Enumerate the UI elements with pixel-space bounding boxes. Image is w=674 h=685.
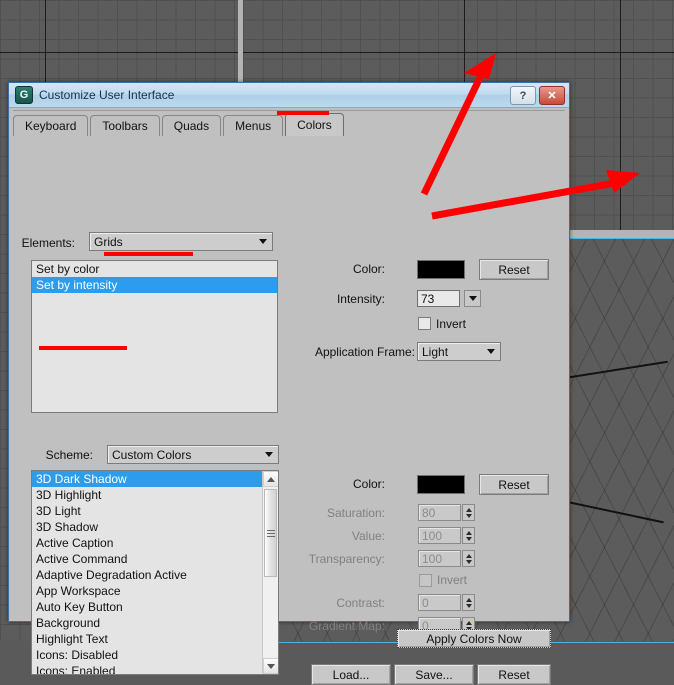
element-color-label: Color: (352, 262, 385, 276)
close-button[interactable]: ✕ (539, 86, 565, 105)
annotation-set-by-intensity-underline (39, 346, 127, 350)
element-invert-label: Invert (436, 317, 467, 331)
elements-label: Elements: (21, 236, 75, 250)
contrast-label: Contrast: (336, 596, 385, 610)
saturation-field[interactable]: 80 (418, 504, 461, 521)
list-item[interactable]: App Workspace (32, 583, 262, 599)
list-item[interactable]: 3D Highlight (32, 487, 262, 503)
element-color-reset-button[interactable]: Reset (479, 259, 549, 280)
chevron-down-icon (261, 447, 277, 462)
caret-down-icon (267, 663, 275, 669)
scheme-label: Scheme: (45, 448, 93, 462)
scheme-listbox[interactable]: 3D Dark Shadow 3D Highlight 3D Light 3D … (31, 470, 279, 675)
application-frame-label: Application Frame: (314, 345, 415, 359)
annotation-colors-tab-underline (277, 111, 329, 115)
load-button[interactable]: Load... (311, 664, 391, 685)
value-spinner[interactable] (462, 527, 475, 544)
list-item[interactable]: Active Command (32, 551, 262, 567)
element-color-swatch[interactable] (417, 260, 465, 279)
chevron-down-icon (255, 234, 271, 249)
dialog-titlebar[interactable]: G Customize User Interface ? ✕ (9, 83, 569, 108)
titlebar-buttons: ? ✕ (510, 86, 565, 105)
tab-toolbars[interactable]: Toolbars (90, 115, 160, 136)
list-item[interactable]: Adaptive Degradation Active (32, 567, 262, 583)
elements-listbox[interactable]: Set by color Set by intensity (31, 260, 278, 413)
list-item[interactable]: Icons: Disabled (32, 647, 262, 663)
elements-combo[interactable]: Grids (89, 232, 273, 251)
elements-combo-value: Grids (94, 234, 123, 249)
contrast-field[interactable]: 0 (418, 594, 461, 611)
saturation-label: Saturation: (326, 506, 385, 520)
max-logo-icon: G (15, 86, 33, 104)
list-item[interactable]: Background (32, 615, 262, 631)
saturation-spinner[interactable] (462, 504, 475, 521)
application-frame-value: Light (422, 344, 449, 359)
list-item[interactable]: Icons: Enabled (32, 663, 262, 674)
apply-colors-now-button[interactable]: Apply Colors Now (397, 629, 551, 648)
tab-menus[interactable]: Menus (223, 115, 284, 136)
list-item[interactable]: Set by color (32, 261, 277, 277)
dialog-body: Elements: Grids Set by color Set by inte… (9, 137, 569, 685)
element-intensity-field[interactable]: 73 (417, 290, 460, 307)
value-label: Value: (351, 529, 385, 543)
application-frame-combo[interactable]: Light (417, 342, 501, 361)
annotation-grids-combo-underline (104, 252, 193, 256)
scheme-color-label: Color: (352, 477, 385, 491)
gradient-map-label: Gradient Map: (308, 619, 385, 633)
list-item[interactable]: 3D Dark Shadow (32, 471, 262, 487)
list-item[interactable]: Auto Key Button (32, 599, 262, 615)
list-item[interactable]: Set by intensity (32, 277, 277, 293)
save-button[interactable]: Save... (394, 664, 474, 685)
list-item[interactable]: Active Caption (32, 535, 262, 551)
scroll-up-button[interactable] (263, 471, 278, 487)
transparency-spinner[interactable] (462, 550, 475, 567)
element-invert-checkbox[interactable] (418, 317, 431, 330)
reset-button[interactable]: Reset (477, 664, 551, 685)
tab-keyboard[interactable]: Keyboard (13, 115, 89, 136)
scheme-list-items: 3D Dark Shadow 3D Highlight 3D Light 3D … (32, 471, 262, 674)
scroll-down-button[interactable] (263, 658, 278, 674)
scheme-list-scrollbar[interactable] (262, 471, 278, 674)
list-item[interactable]: 3D Light (32, 503, 262, 519)
scheme-invert-label: Invert (437, 573, 468, 587)
scheme-invert-checkbox[interactable] (419, 574, 432, 587)
scheme-combo-value: Custom Colors (112, 447, 192, 462)
tab-colors[interactable]: Colors (285, 113, 344, 136)
scheme-color-reset-button[interactable]: Reset (479, 474, 549, 495)
transparency-field[interactable]: 100 (418, 550, 461, 567)
tab-quads[interactable]: Quads (161, 115, 222, 136)
scrollbar-grip (266, 529, 275, 538)
list-item[interactable]: Highlight Text (32, 631, 262, 647)
caret-up-icon (267, 476, 275, 482)
transparency-label: Transparency: (308, 552, 385, 566)
dialog-title: Customize User Interface (39, 88, 175, 102)
element-intensity-label: Intensity: (336, 292, 385, 306)
tab-bar: Keyboard Toolbars Quads Menus Colors (13, 112, 569, 136)
contrast-spinner[interactable] (462, 594, 475, 611)
list-item[interactable]: 3D Shadow (32, 519, 262, 535)
help-button[interactable]: ? (510, 86, 536, 105)
chevron-down-icon (483, 344, 499, 359)
scheme-combo[interactable]: Custom Colors (107, 445, 279, 464)
scrollbar-thumb[interactable] (264, 489, 277, 577)
element-intensity-dropdown-button[interactable] (464, 290, 481, 307)
customize-user-interface-dialog[interactable]: G Customize User Interface ? ✕ Keyboard … (8, 82, 570, 685)
value-field[interactable]: 100 (418, 527, 461, 544)
scheme-color-swatch[interactable] (417, 475, 465, 494)
